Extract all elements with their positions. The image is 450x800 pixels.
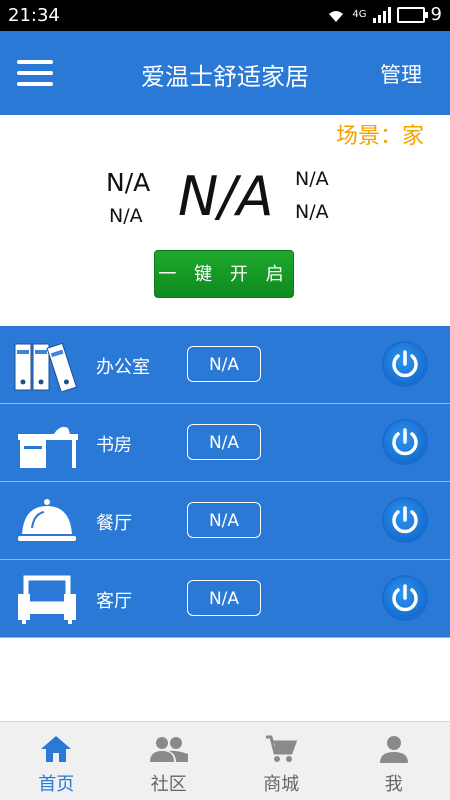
- power-icon: [392, 584, 418, 612]
- tab-mall[interactable]: 商城: [225, 722, 338, 800]
- room-value: N/A: [187, 346, 261, 382]
- battery-level: 9: [430, 4, 442, 25]
- tab-home[interactable]: 首页: [0, 722, 113, 800]
- room-value: N/A: [187, 502, 261, 538]
- signal-icon: [372, 6, 391, 23]
- wifi-icon: [329, 10, 344, 22]
- status-bar: 21:34 4G 9: [0, 0, 450, 31]
- room-list: 办公室 N/A 书房 N/A 餐厅 N/A 客厅 N/A: [0, 326, 450, 638]
- tab-me[interactable]: 我: [338, 722, 450, 800]
- room-row-living[interactable]: 客厅 N/A: [0, 560, 450, 638]
- sensor-left-top: N/A: [106, 168, 151, 197]
- room-name: 办公室: [96, 357, 150, 378]
- room-row-study[interactable]: 书房 N/A: [0, 404, 450, 482]
- room-value: N/A: [187, 580, 261, 616]
- room-value: N/A: [187, 424, 261, 460]
- sensor-left-bottom: N/A: [109, 205, 143, 227]
- battery-icon: [396, 6, 428, 23]
- tab-label: 社区: [150, 774, 187, 795]
- network-label: 4G: [352, 9, 367, 20]
- app-header: 爱温士舒适家居 管理: [0, 31, 450, 115]
- sensor-main-value: N/A: [178, 165, 274, 228]
- tab-label: 首页: [38, 774, 75, 795]
- sensor-right-top: N/A: [295, 168, 329, 190]
- sensor-right-bottom: N/A: [295, 201, 329, 223]
- tab-label: 商城: [263, 774, 300, 795]
- power-button-office[interactable]: [384, 343, 426, 385]
- power-button-study[interactable]: [384, 421, 426, 463]
- room-row-dining[interactable]: 餐厅 N/A: [0, 482, 450, 560]
- bottom-tab-bar: 首页 社区 商城 我: [0, 721, 450, 800]
- power-icon: [392, 350, 418, 378]
- room-name: 书房: [96, 435, 132, 456]
- room-name: 客厅: [96, 591, 132, 612]
- desk-icon: [18, 426, 78, 468]
- power-button-living[interactable]: [384, 577, 426, 619]
- tab-label: 我: [384, 774, 403, 795]
- manage-button[interactable]: 管理: [380, 59, 422, 89]
- one-key-start-button[interactable]: 一 键 开 启: [154, 250, 294, 298]
- scene-label[interactable]: 场景：家: [336, 118, 424, 150]
- cart-icon: [266, 735, 298, 762]
- room-row-office[interactable]: 办公室 N/A: [0, 326, 450, 404]
- user-icon: [379, 736, 408, 763]
- power-icon: [392, 428, 418, 456]
- armchair-icon: [18, 575, 76, 624]
- people-icon: [149, 737, 188, 762]
- power-button-dining[interactable]: [384, 499, 426, 541]
- tab-community[interactable]: 社区: [113, 722, 226, 800]
- status-time: 21:34: [8, 5, 60, 26]
- home-icon: [41, 736, 72, 762]
- binders-icon: [14, 342, 78, 392]
- service-bell-icon: [18, 499, 76, 541]
- power-icon: [392, 506, 418, 534]
- room-name: 餐厅: [96, 513, 132, 534]
